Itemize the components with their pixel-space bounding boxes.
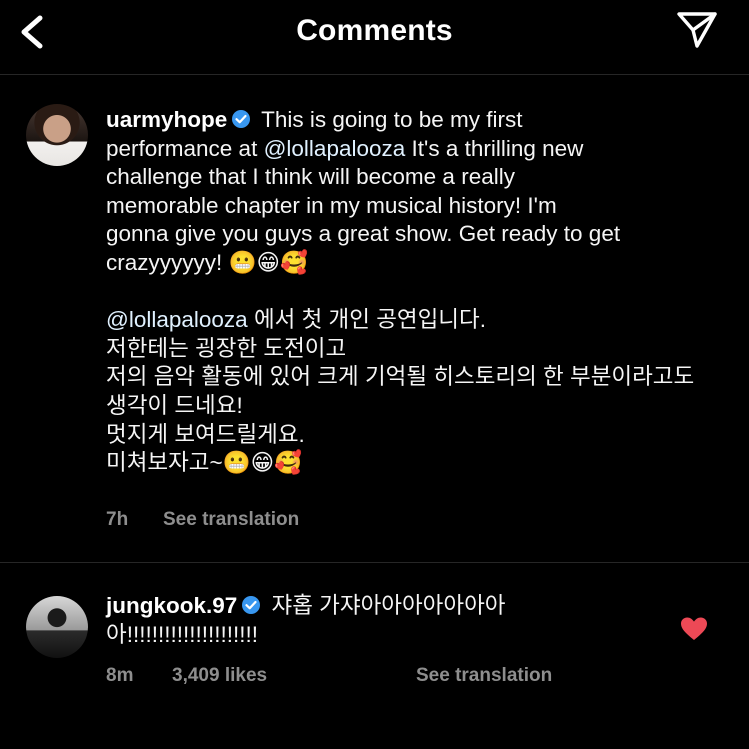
- comment-username[interactable]: jungkook.97: [106, 593, 237, 618]
- mention-link[interactable]: @lollapalooza: [264, 136, 406, 161]
- page-title: Comments: [296, 14, 453, 47]
- comment-text: crazyyyyyy! 😬😁🥰: [106, 249, 308, 275]
- mention-link[interactable]: @lollapalooza: [106, 307, 248, 332]
- comment-text: performance at: [106, 135, 264, 161]
- comment-text: challenge that I think will become a rea…: [106, 164, 515, 190]
- comment-body: jungkook.97 쟈홉 가쟈아아아아아아아 아!!!!!!!!!!!!!!…: [106, 592, 666, 649]
- see-translation-link[interactable]: See translation: [163, 509, 299, 531]
- comment-time: 7h: [106, 509, 129, 530]
- likes-count[interactable]: 3,409 likes: [172, 665, 267, 687]
- comment-text: 에서 첫 개인 공연입니다.: [247, 307, 486, 333]
- heart-icon[interactable]: [680, 616, 708, 642]
- verified-badge-icon: [242, 596, 261, 614]
- comment-time: 8m: [106, 665, 134, 686]
- comment-text: 쟈홉 가쟈아아아아아아아: [265, 593, 506, 618]
- see-translation-link[interactable]: See translation: [416, 665, 552, 687]
- comment-text: 저의 음악 활동에 있어 크게 기억될 히스토리의 한 부분이라고도: [106, 364, 695, 390]
- comment-body: uarmyhope This is going to be my first p…: [106, 106, 726, 478]
- avatar[interactable]: [26, 104, 88, 166]
- comment-text: It's a thrilling new: [405, 135, 584, 161]
- comment-text: 아!!!!!!!!!!!!!!!!!!!!!: [106, 621, 258, 647]
- comment-text: 생각이 드네요!: [106, 392, 243, 418]
- comment-text: This is going to be my first: [255, 107, 523, 132]
- avatar[interactable]: [26, 596, 88, 658]
- comment-text: 저한테는 굉장한 도전이고: [106, 335, 347, 361]
- top-bar: Comments: [0, 0, 749, 75]
- direct-send-icon[interactable]: [675, 10, 719, 50]
- comment-text: memorable chapter in my musical history!…: [106, 192, 557, 218]
- verified-badge-icon: [232, 110, 251, 128]
- comment-username[interactable]: uarmyhope: [106, 107, 227, 132]
- comment-text: 멋지게 보여드릴게요.: [106, 421, 305, 447]
- comment-text: 미쳐보자고~😬😁🥰: [106, 450, 303, 476]
- divider: [0, 562, 749, 563]
- comment-text: gonna give you guys a great show. Get re…: [106, 221, 621, 247]
